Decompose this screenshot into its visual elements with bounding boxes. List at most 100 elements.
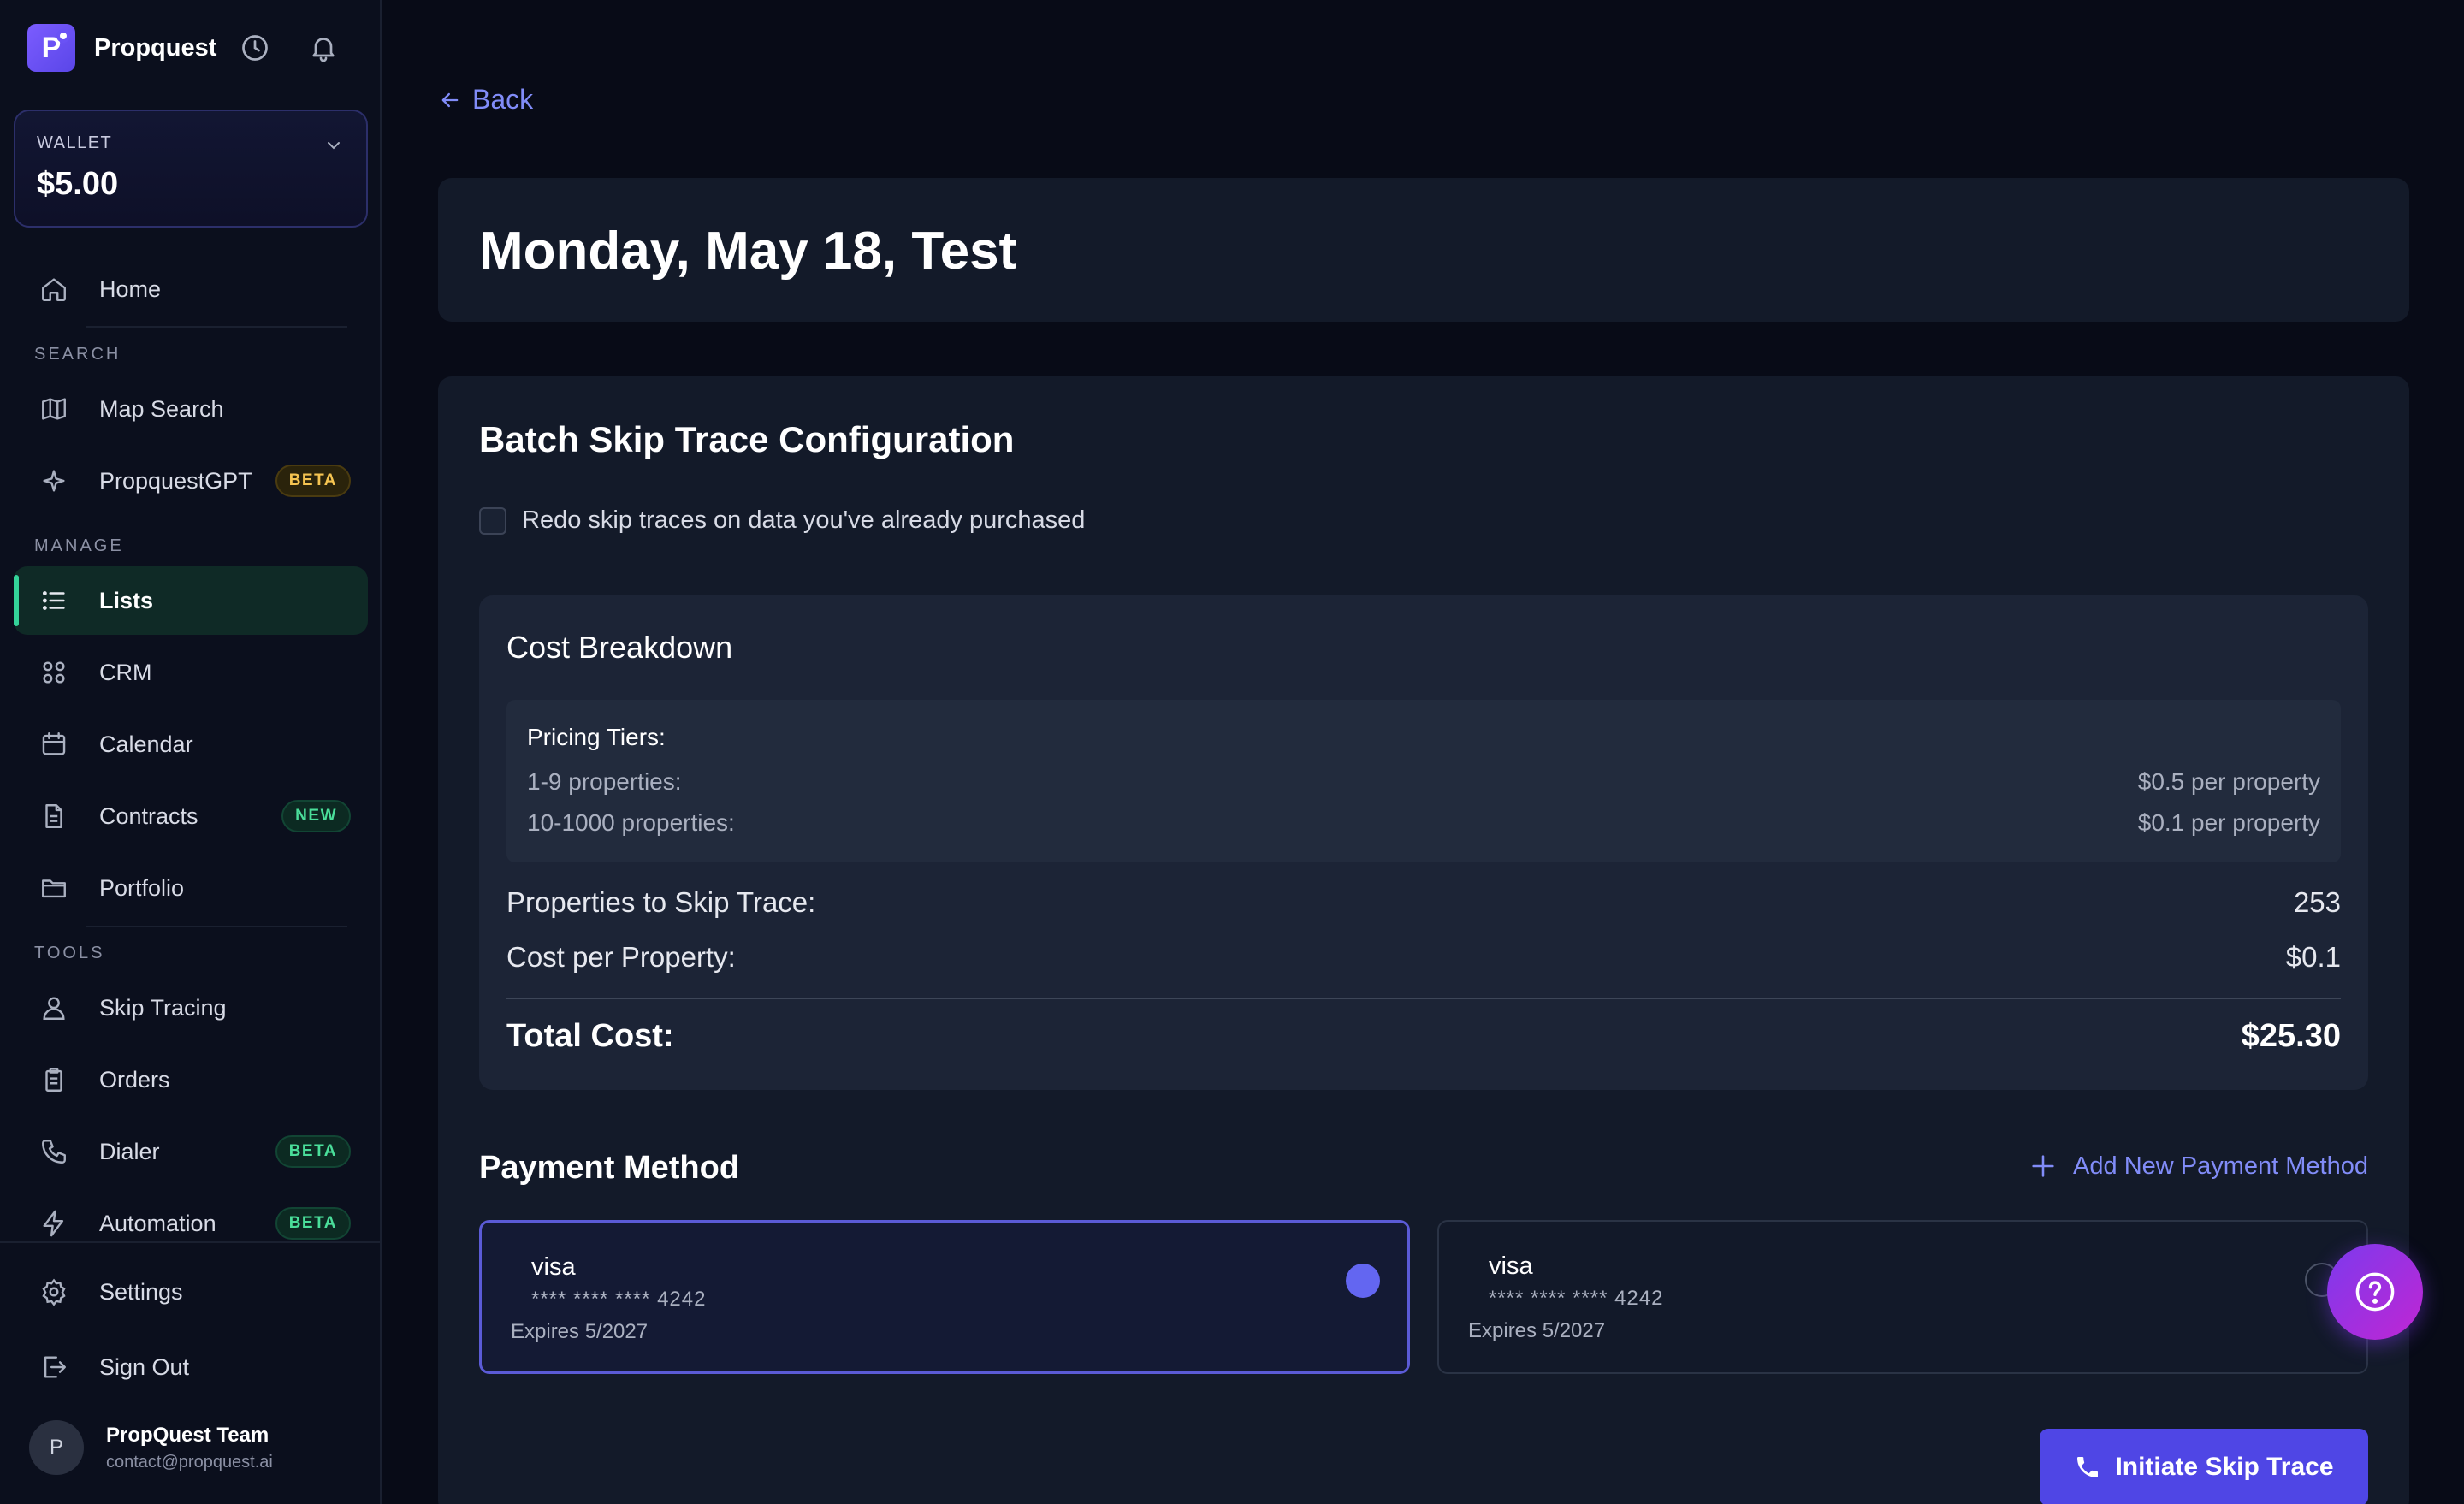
- profile-email: contact@propquest.ai: [106, 1453, 273, 1471]
- sidebar-item-label: Orders: [99, 1066, 170, 1092]
- user-profile[interactable]: P PropQuest Team contact@propquest.ai: [29, 1420, 273, 1475]
- redo-skip-trace-option[interactable]: Redo skip traces on data you've already …: [479, 506, 1085, 535]
- sidebar-item-automation[interactable]: Automation BETA: [14, 1189, 368, 1258]
- page-title: Monday, May 18, Test: [479, 222, 1017, 281]
- payment-card[interactable]: visa **** **** **** 4242 Expires 5/2027: [479, 1220, 1410, 1374]
- sidebar-item-label: CRM: [99, 659, 152, 685]
- avatar: P: [29, 1420, 84, 1475]
- payment-method-title: Payment Method: [479, 1150, 740, 1186]
- card-expiry: Expires 5/2027: [1468, 1319, 1606, 1342]
- arrow-left-icon: [438, 88, 462, 112]
- sidebar-item-contracts[interactable]: Contracts NEW: [14, 782, 368, 850]
- beta-badge: BETA: [275, 465, 351, 497]
- properties-label: Properties to Skip Trace:: [506, 886, 816, 918]
- calendar-icon: [39, 730, 68, 759]
- sidebar-item-home[interactable]: Home: [14, 255, 368, 323]
- pricing-tiers: Pricing Tiers: 1-9 properties: $0.5 per …: [506, 700, 2341, 862]
- tier-price: $0.1 per property: [2137, 809, 2320, 836]
- document-icon: [39, 802, 68, 831]
- cost-per-property-label: Cost per Property:: [506, 941, 736, 973]
- add-payment-method-label: Add New Payment Method: [2073, 1152, 2368, 1180]
- divider: [0, 1241, 382, 1243]
- phone-icon: [2074, 1454, 2101, 1481]
- properties-count-row: Properties to Skip Trace: 253: [506, 886, 2341, 919]
- beta-badge: BETA: [275, 1207, 351, 1240]
- help-button[interactable]: [2327, 1244, 2423, 1340]
- sign-out-icon: [39, 1353, 68, 1382]
- brand[interactable]: P Propquest: [27, 24, 216, 72]
- card-radio-selected[interactable]: [1346, 1264, 1380, 1298]
- pricing-tier-row: 10-1000 properties: $0.1 per property: [527, 809, 2320, 837]
- sidebar-item-label: Home: [99, 275, 162, 302]
- divider: [506, 998, 2341, 999]
- sidebar-item-label: Contracts: [99, 802, 198, 829]
- sidebar-item-lists[interactable]: Lists: [14, 566, 368, 635]
- sidebar-item-skip-tracing[interactable]: Skip Tracing: [14, 974, 368, 1042]
- map-icon: [39, 394, 68, 423]
- receipt-icon: [39, 1065, 68, 1094]
- gear-icon: [39, 1277, 68, 1306]
- cost-per-property-row: Cost per Property: $0.1: [506, 941, 2341, 974]
- tier-range: 10-1000 properties:: [527, 809, 735, 836]
- bell-icon[interactable]: [308, 33, 339, 63]
- card-brand: visa: [1489, 1252, 1533, 1280]
- card-expiry: Expires 5/2027: [511, 1320, 649, 1343]
- pricing-tiers-title: Pricing Tiers:: [527, 724, 666, 750]
- divider: [86, 326, 347, 328]
- sidebar-item-label: Skip Tracing: [99, 994, 227, 1021]
- cost-breakdown: Cost Breakdown Pricing Tiers: 1-9 proper…: [479, 595, 2368, 1090]
- section-label-tools: TOOLS: [34, 944, 105, 962]
- properties-value: 253: [2293, 886, 2341, 918]
- add-payment-method-button[interactable]: Add New Payment Method: [2029, 1152, 2368, 1181]
- sidebar-item-label: Automation: [99, 1210, 216, 1236]
- sidebar-item-orders[interactable]: Orders: [14, 1045, 368, 1114]
- sidebar: P Propquest WALLET $5.00 Home SEARCH Map…: [0, 0, 382, 1504]
- total-cost-row: Total Cost: $25.30: [506, 1018, 2341, 1055]
- wallet-label: WALLET: [37, 133, 113, 152]
- sidebar-item-crm[interactable]: CRM: [14, 638, 368, 707]
- folder-icon: [39, 873, 68, 903]
- home-icon: [39, 275, 68, 304]
- sidebar-item-portfolio[interactable]: Portfolio: [14, 854, 368, 922]
- payment-card[interactable]: visa **** **** **** 4242 Expires 5/2027: [1437, 1220, 2368, 1374]
- question-icon: [2353, 1270, 2397, 1314]
- profile-name: PropQuest Team: [106, 1424, 270, 1447]
- sidebar-item-label: Map Search: [99, 395, 224, 422]
- section-label-manage: MANAGE: [34, 536, 124, 555]
- sparkle-icon: [39, 466, 68, 495]
- card-number: **** **** **** 4242: [531, 1288, 707, 1311]
- cost-breakdown-title: Cost Breakdown: [506, 630, 733, 665]
- config-title: Batch Skip Trace Configuration: [479, 419, 1015, 459]
- sidebar-item-label: Sign Out: [99, 1353, 190, 1380]
- sidebar-item-label: Settings: [99, 1278, 183, 1305]
- back-link[interactable]: Back: [438, 84, 533, 115]
- list-icon: [39, 586, 68, 615]
- section-label-search: SEARCH: [34, 345, 121, 364]
- redo-checkbox[interactable]: [479, 506, 506, 535]
- logo-dot: [56, 29, 70, 43]
- lightning-icon: [39, 1209, 68, 1238]
- sidebar-item-label: Portfolio: [99, 874, 185, 901]
- tier-range: 1-9 properties:: [527, 768, 682, 795]
- sidebar-item-settings[interactable]: Settings: [14, 1258, 368, 1326]
- sidebar-item-label: Dialer: [99, 1138, 160, 1164]
- sidebar-item-propquestgpt[interactable]: PropquestGPT BETA: [14, 447, 368, 515]
- skip-trace-config-card: Batch Skip Trace Configuration Redo skip…: [438, 376, 2409, 1504]
- sidebar-item-label: Calendar: [99, 731, 193, 757]
- grid-icon: [39, 658, 68, 687]
- card-number: **** **** **** 4242: [1489, 1287, 1664, 1310]
- history-icon[interactable]: [240, 33, 270, 63]
- sidebar-item-dialer[interactable]: Dialer BETA: [14, 1117, 368, 1186]
- propquest-logo: P: [27, 24, 75, 72]
- new-badge: NEW: [281, 800, 351, 832]
- divider: [86, 926, 347, 927]
- total-cost-label: Total Cost:: [506, 1018, 674, 1054]
- wallet-selector[interactable]: WALLET $5.00: [14, 110, 368, 228]
- sidebar-item-sign-out[interactable]: Sign Out: [14, 1333, 368, 1401]
- page-header-card: Monday, May 18, Test: [438, 178, 2409, 322]
- sidebar-item-map-search[interactable]: Map Search: [14, 375, 368, 443]
- user-icon: [39, 993, 68, 1022]
- initiate-skip-trace-button[interactable]: Initiate Skip Trace: [2040, 1429, 2368, 1504]
- sidebar-item-calendar[interactable]: Calendar: [14, 710, 368, 779]
- sidebar-item-label: Lists: [99, 587, 154, 613]
